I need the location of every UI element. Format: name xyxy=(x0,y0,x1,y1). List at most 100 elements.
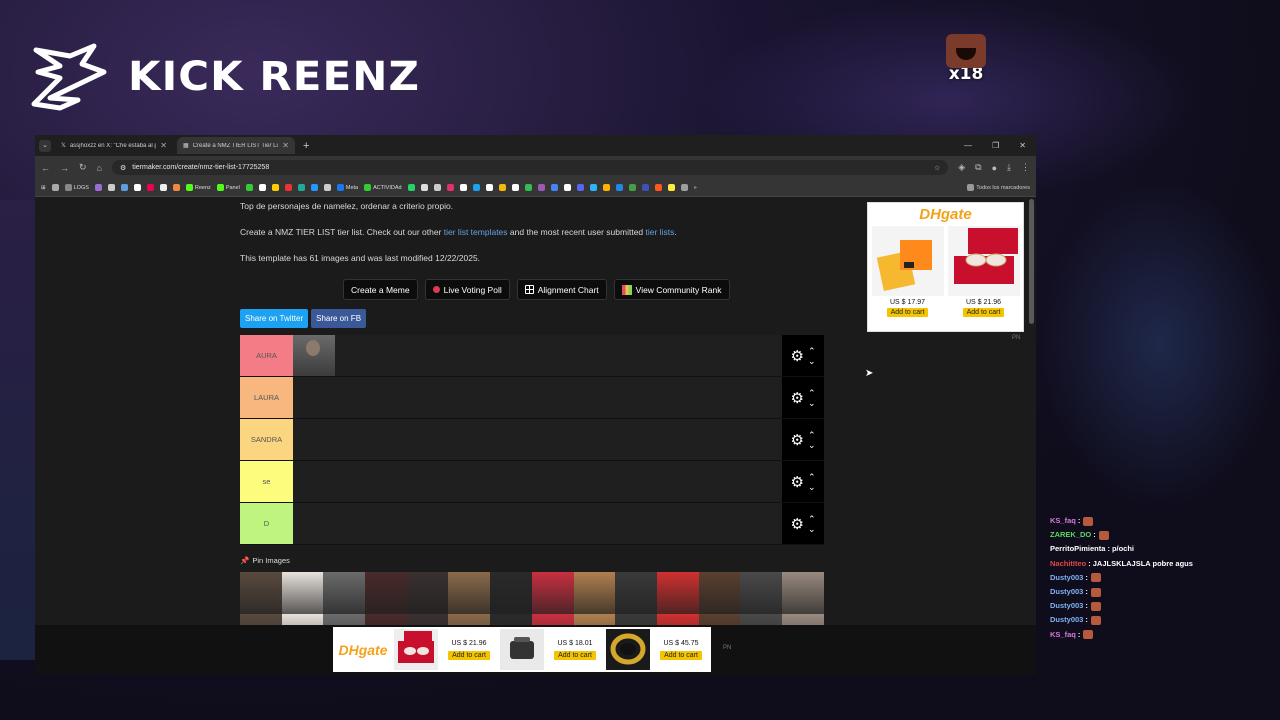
profile-icon[interactable]: ● xyxy=(992,163,997,173)
pool-image[interactable] xyxy=(656,572,699,614)
bookmark-item[interactable] xyxy=(459,184,467,191)
all-bookmarks-folder[interactable]: Todos los marcadores xyxy=(967,184,1030,191)
bookmark-item[interactable] xyxy=(297,184,305,191)
bookmark-item[interactable] xyxy=(537,184,545,191)
ad-product[interactable]: US $ 21.96 Add to cart xyxy=(947,226,1020,317)
pool-image[interactable] xyxy=(406,572,449,614)
bookmark-item[interactable] xyxy=(511,184,519,191)
pool-image[interactable] xyxy=(448,572,491,614)
ad-product[interactable]: US $ 17.97 Add to cart xyxy=(871,226,944,317)
bookmark-item[interactable] xyxy=(258,184,266,191)
close-tab-icon[interactable]: ✕ xyxy=(160,141,167,150)
pool-image[interactable] xyxy=(240,572,282,614)
ad-product[interactable]: US $ 18.01 Add to cart xyxy=(500,629,603,670)
bookmark-item[interactable] xyxy=(284,184,292,191)
chevron-down-icon[interactable]: ⌄ xyxy=(808,482,816,492)
home-icon[interactable]: ⌂ xyxy=(97,163,102,173)
tier-label[interactable]: se xyxy=(240,461,293,502)
bookmark-item[interactable] xyxy=(133,184,141,191)
bookmark-item[interactable] xyxy=(602,184,610,191)
chevron-up-icon[interactable]: ⌃ xyxy=(808,472,816,482)
tier-label[interactable]: SANDRA xyxy=(240,419,293,460)
pin-images-label[interactable]: 📌 Pin Images xyxy=(240,556,290,565)
chevron-down-icon[interactable]: ⌄ xyxy=(808,524,816,534)
url-input[interactable]: ⚙ tiermaker.com/create/nmz-tier-list-177… xyxy=(111,160,949,175)
close-tab-icon[interactable]: ✕ xyxy=(282,141,289,150)
add-to-cart-button[interactable]: Add to cart xyxy=(554,650,596,660)
bookmark-item[interactable]: Reenz xyxy=(185,184,211,191)
download-icon[interactable]: ⤓ xyxy=(1007,162,1011,173)
tier-list-templates-link[interactable]: tier list templates xyxy=(444,227,508,237)
tier-label[interactable]: LAURA xyxy=(240,377,293,418)
bookmark-item[interactable] xyxy=(271,184,279,191)
chevron-down-icon[interactable]: ⌄ xyxy=(808,398,816,408)
chevron-up-icon[interactable]: ⌃ xyxy=(808,430,816,440)
maximize-icon[interactable]: ❐ xyxy=(992,141,999,150)
tab-x-post[interactable]: 𝕏 assjhoxzz en X: "Che estaba al p ✕ xyxy=(55,137,173,154)
bookmark-star-icon[interactable]: ☆ xyxy=(934,164,940,172)
bookmark-item[interactable] xyxy=(51,184,59,191)
back-icon[interactable]: ← xyxy=(41,163,50,173)
tier-lists-link[interactable]: tier lists xyxy=(646,227,675,237)
tab-tiermaker[interactable]: ▦ Create a NMZ TIER LIST Tier Lis ✕ xyxy=(177,137,295,154)
gear-icon[interactable]: ⚙ xyxy=(791,389,804,407)
bookmark-item[interactable] xyxy=(654,184,662,191)
forward-icon[interactable]: → xyxy=(60,163,69,173)
bookmark-item[interactable] xyxy=(407,184,415,191)
gear-icon[interactable]: ⚙ xyxy=(791,431,804,449)
reload-icon[interactable]: ↻ xyxy=(79,162,87,173)
tier-drop-zone[interactable] xyxy=(293,377,782,418)
pool-image[interactable] xyxy=(615,572,657,614)
chevron-down-icon[interactable]: ⌄ xyxy=(808,440,816,450)
tier-drop-zone[interactable] xyxy=(293,461,782,502)
pool-image[interactable] xyxy=(323,572,366,614)
bookmark-item[interactable] xyxy=(446,184,454,191)
ad-product[interactable]: US $ 45.75 Add to cart xyxy=(606,629,709,670)
bookmark-item[interactable]: LOGS xyxy=(64,184,89,191)
gear-icon[interactable]: ⚙ xyxy=(791,473,804,491)
ad-product[interactable]: US $ 21.96 Add to cart xyxy=(394,629,497,670)
pool-image[interactable] xyxy=(490,572,532,614)
add-to-cart-button[interactable]: Add to cart xyxy=(962,308,1005,317)
bookmark-item[interactable] xyxy=(120,184,128,191)
pool-image[interactable] xyxy=(365,572,407,614)
extensions-puzzle-icon[interactable]: ⧉ xyxy=(975,162,981,173)
pool-image[interactable] xyxy=(573,572,616,614)
chevron-up-icon[interactable]: ⌃ xyxy=(808,346,816,356)
bookmark-item[interactable]: Meta xyxy=(336,184,358,191)
share-twitter-button[interactable]: Share on Twitter xyxy=(240,309,309,328)
bookmark-item[interactable] xyxy=(524,184,532,191)
bookmark-item[interactable] xyxy=(323,184,331,191)
tier-item-image[interactable] xyxy=(293,335,335,376)
bookmark-item[interactable] xyxy=(310,184,318,191)
bookmark-item[interactable] xyxy=(472,184,480,191)
pool-image[interactable] xyxy=(740,572,782,614)
extension-icon[interactable]: ◈ xyxy=(958,162,965,173)
bookmark-item[interactable] xyxy=(563,184,571,191)
minimize-icon[interactable]: — xyxy=(964,141,972,150)
tier-label[interactable]: AURA xyxy=(240,335,293,376)
side-ad[interactable]: DHgate US $ 17.97 Add to cart US $ 21.96… xyxy=(867,202,1024,332)
menu-dots-icon[interactable]: ⋮ xyxy=(1021,162,1030,173)
share-fb-button[interactable]: Share on FB xyxy=(311,309,367,328)
create-meme-button[interactable]: Create a Meme xyxy=(343,279,418,300)
apps-grid-icon[interactable]: ⊞ xyxy=(41,185,46,191)
more-bookmarks-icon[interactable]: » xyxy=(694,185,697,191)
bookmark-item[interactable] xyxy=(146,184,154,191)
bookmark-item[interactable] xyxy=(615,184,623,191)
add-to-cart-button[interactable]: Add to cart xyxy=(448,650,490,660)
bookmark-item[interactable] xyxy=(667,184,675,191)
bookmark-item[interactable] xyxy=(498,184,506,191)
add-to-cart-button[interactable]: Add to cart xyxy=(886,308,929,317)
tier-drop-zone[interactable] xyxy=(293,419,782,460)
chevron-down-icon[interactable]: ⌄ xyxy=(808,356,816,366)
bottom-ad[interactable]: DHgate US $ 21.96 Add to cart US $ 18.01 A… xyxy=(333,627,711,672)
bookmark-item[interactable] xyxy=(550,184,558,191)
new-tab-icon[interactable]: + xyxy=(303,140,309,152)
bookmark-item[interactable] xyxy=(107,184,115,191)
bookmark-item[interactable] xyxy=(628,184,636,191)
pool-image[interactable] xyxy=(698,572,741,614)
alignment-chart-button[interactable]: Alignment Chart xyxy=(516,279,607,300)
bookmark-item[interactable] xyxy=(680,184,688,191)
bookmark-item[interactable] xyxy=(172,184,180,191)
